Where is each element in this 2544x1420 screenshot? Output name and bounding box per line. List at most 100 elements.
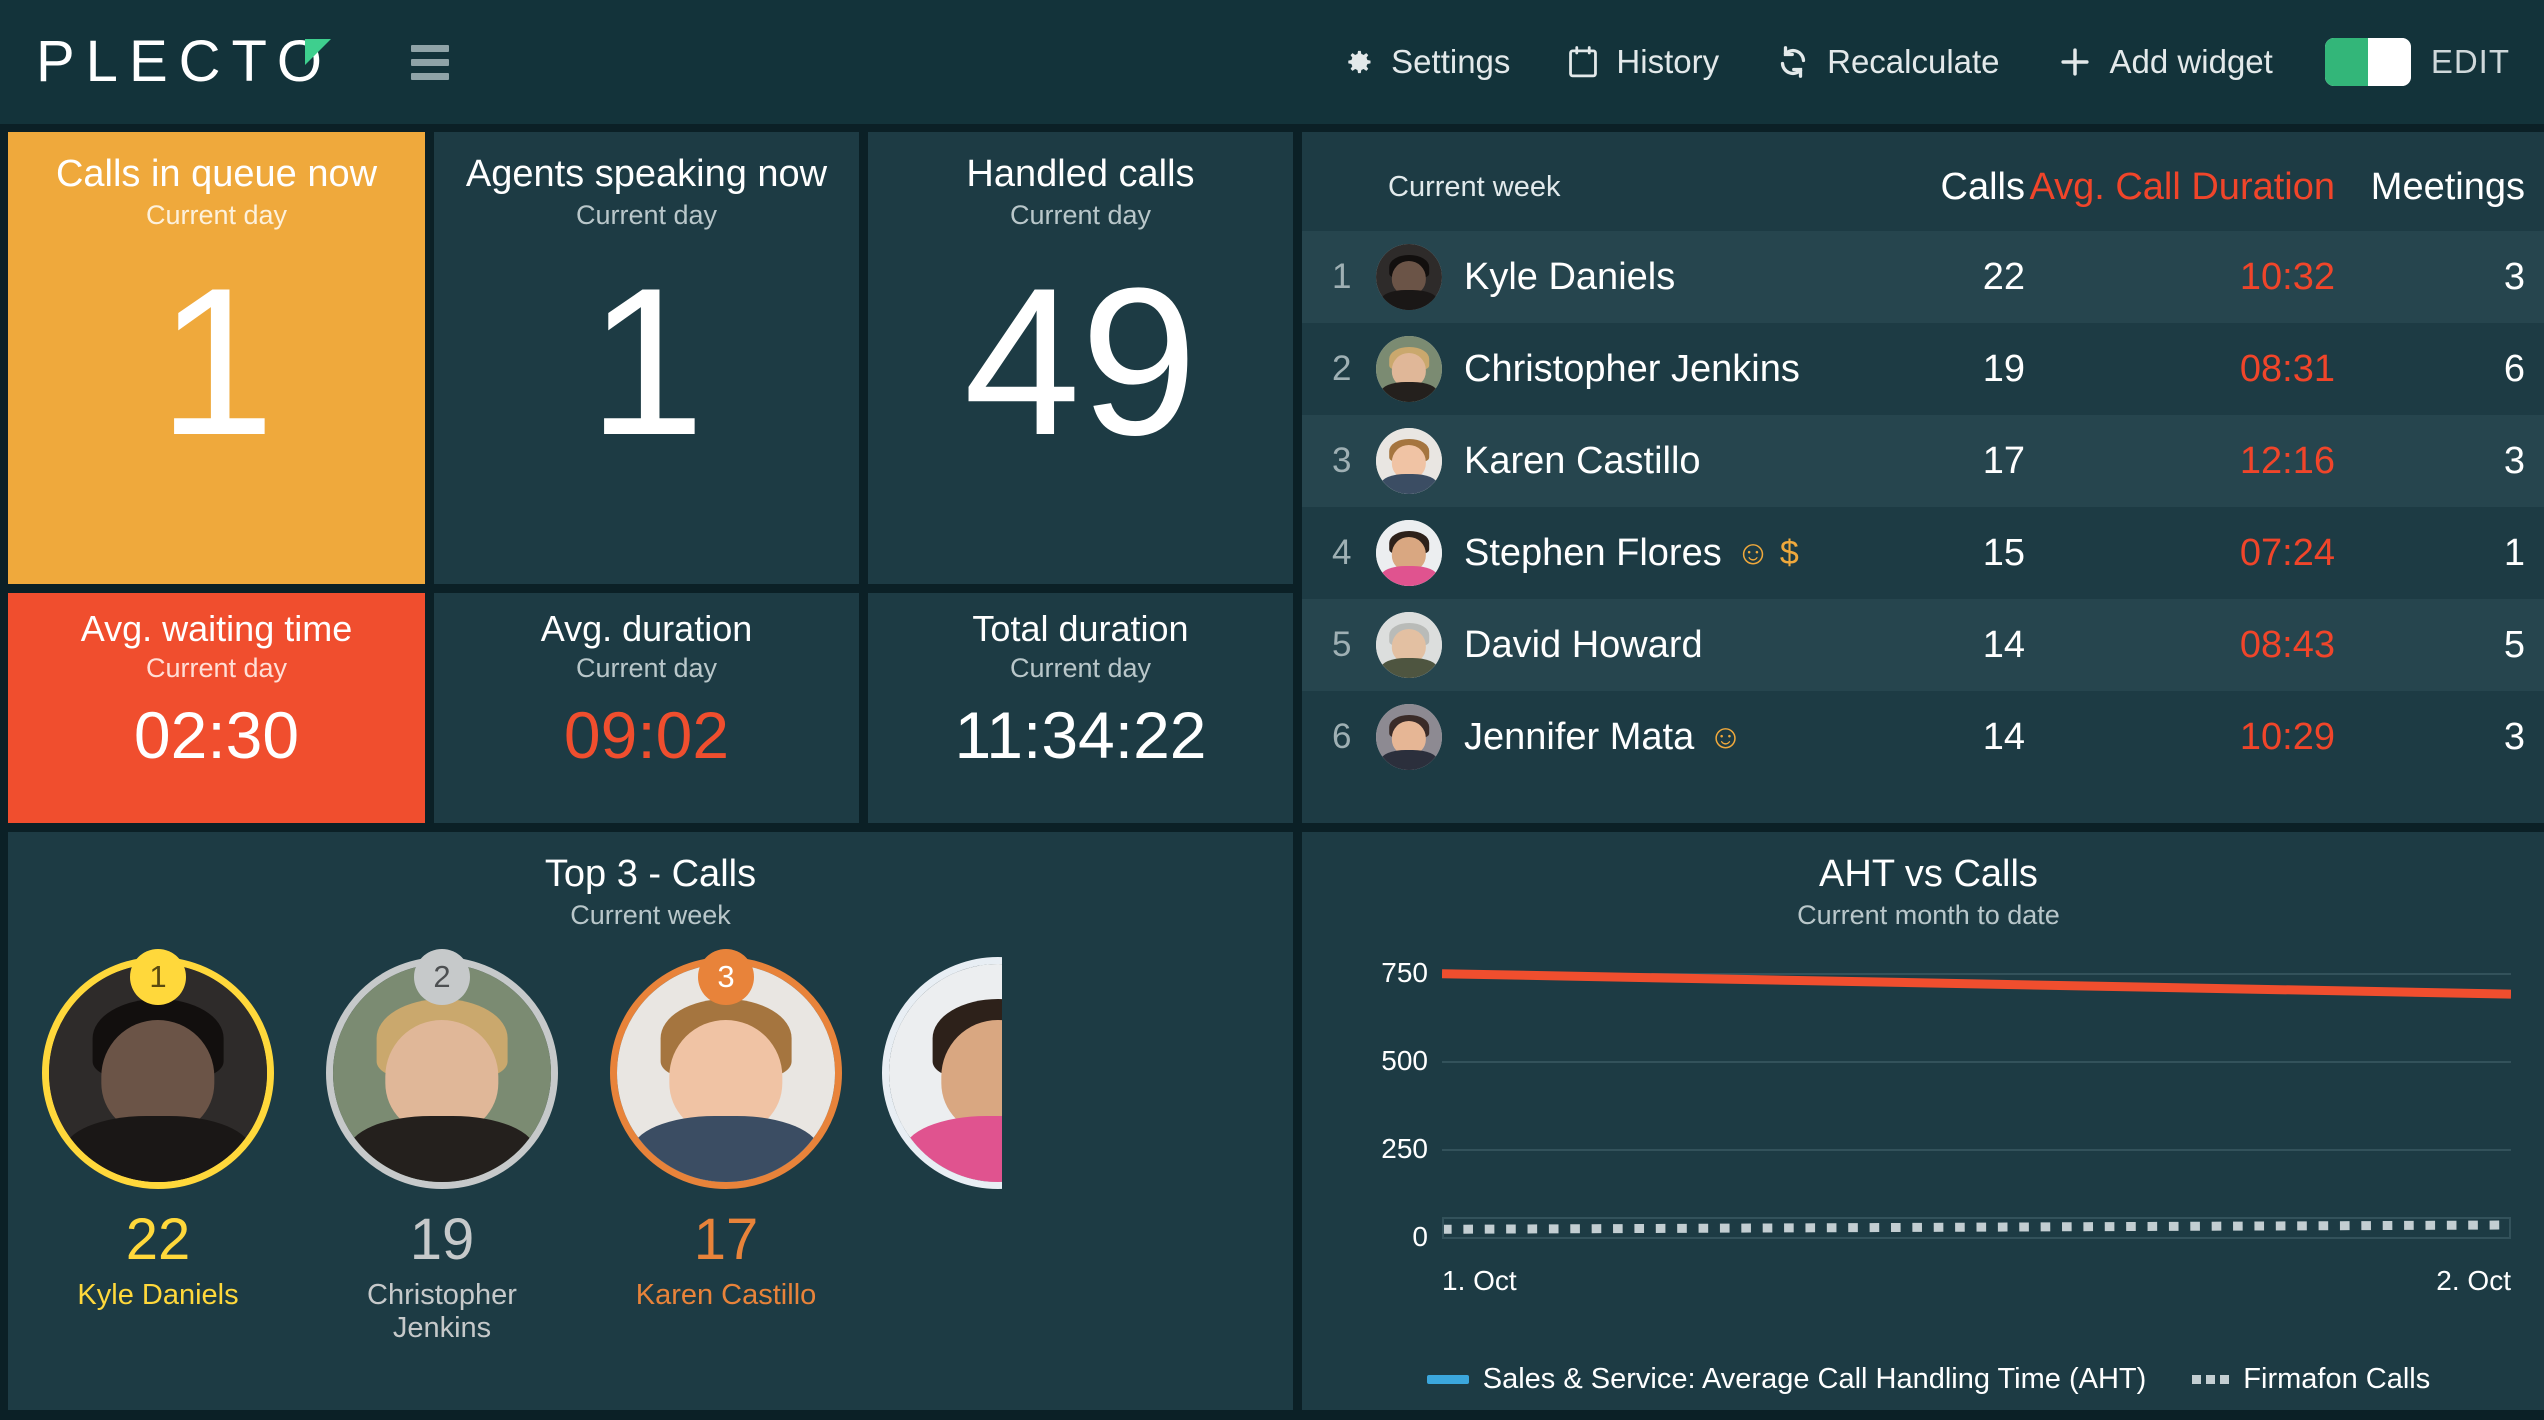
top3-podium: 1 22 Kyle Daniels 2 19 Christopher Jenki… bbox=[8, 931, 1293, 1345]
toolbar-actions: Settings History Recalculate Add widget … bbox=[1311, 38, 2510, 86]
edit-mode-control[interactable]: EDIT bbox=[2324, 38, 2510, 86]
table-row[interactable]: 6 Jennifer Mata ☺ 14 10:29 3 bbox=[1302, 691, 2544, 783]
widget-handled-calls[interactable]: Handled calls Current day 49 bbox=[868, 132, 1293, 584]
rank-badge: 1 bbox=[130, 948, 186, 1005]
edit-mode-toggle[interactable] bbox=[2324, 38, 2411, 86]
table-row[interactable]: 1 Kyle Daniels 22 10:32 3 bbox=[1302, 231, 2544, 323]
y-tick-label: 500 bbox=[1381, 1044, 1428, 1076]
list-item[interactable]: 3 17 Karen Castillo bbox=[598, 948, 854, 1312]
widget-value: 11:34:22 bbox=[954, 697, 1207, 772]
period-label: Current week bbox=[1388, 171, 1561, 203]
settings-label: Settings bbox=[1391, 43, 1511, 80]
chart-axis-frame bbox=[1442, 1216, 2511, 1239]
list-item[interactable]: 1 22 Kyle Daniels bbox=[30, 948, 286, 1312]
row-meetings: 3 bbox=[2503, 715, 2525, 758]
avatar bbox=[882, 956, 1002, 1189]
history-label: History bbox=[1616, 43, 1720, 80]
add-widget-label: Add widget bbox=[2109, 43, 2273, 80]
widget-title: Calls in queue now bbox=[55, 153, 378, 195]
refresh-icon bbox=[1775, 44, 1811, 80]
leaderboard-header: Current week Calls Avg. Call Duration Me… bbox=[1302, 132, 2544, 231]
widget-avg-waiting-time[interactable]: Avg. waiting time Current day 02:30 bbox=[8, 593, 425, 823]
widget-subtitle: Current day bbox=[145, 652, 288, 683]
widget-subtitle: Current day bbox=[145, 199, 288, 230]
legend-item-aht[interactable]: Sales & Service: Average Call Handling T… bbox=[1426, 1363, 2146, 1396]
row-meetings: 1 bbox=[2503, 531, 2525, 574]
legend-swatch-solid-icon bbox=[1426, 1375, 1469, 1384]
row-name: Jennifer Mata bbox=[1464, 715, 1695, 758]
recalculate-label: Recalculate bbox=[1827, 43, 2000, 80]
chart-title: AHT vs Calls bbox=[1819, 853, 2038, 895]
row-name-cell: David Howard bbox=[1464, 624, 1875, 667]
row-rank: 6 bbox=[1332, 717, 1352, 756]
row-calls: 17 bbox=[1982, 439, 2025, 482]
avatar bbox=[1376, 520, 1442, 586]
row-name-cell: Kyle Daniels bbox=[1464, 256, 1875, 299]
widget-top3-calls[interactable]: Top 3 - Calls Current week 1 22 Kyle Dan… bbox=[8, 832, 1293, 1410]
row-meetings: 3 bbox=[2503, 439, 2525, 482]
row-calls: 22 bbox=[1982, 255, 2025, 298]
member-name: Kyle Daniels bbox=[77, 1278, 239, 1311]
settings-button[interactable]: Settings bbox=[1311, 43, 1538, 81]
row-name-cell: Karen Castillo bbox=[1464, 440, 1875, 483]
top-toolbar: PLECTO Settings History Recalculate Add … bbox=[0, 0, 2544, 124]
row-rank: 1 bbox=[1332, 257, 1352, 296]
row-rank: 3 bbox=[1332, 441, 1352, 480]
widget-title: Top 3 - Calls bbox=[544, 853, 757, 895]
x-tick-label: 1. Oct bbox=[1442, 1264, 1517, 1296]
row-meetings: 5 bbox=[2503, 623, 2525, 666]
row-rank: 4 bbox=[1332, 533, 1352, 572]
widget-aht-vs-calls-chart[interactable]: AHT vs Calls Current month to date 750 5… bbox=[1302, 832, 2544, 1410]
toggle-track-on bbox=[2324, 38, 2368, 86]
widget-subtitle: Current day bbox=[575, 652, 718, 683]
plecto-logo[interactable]: PLECTO bbox=[36, 33, 333, 91]
list-item[interactable]: 2 19 Christopher Jenkins bbox=[314, 948, 570, 1345]
widget-subtitle: Current day bbox=[1009, 199, 1152, 230]
value: 17 bbox=[693, 1206, 759, 1272]
row-duration: 12:16 bbox=[2239, 439, 2335, 482]
recalculate-button[interactable]: Recalculate bbox=[1747, 43, 2027, 81]
x-tick-label: 2. Oct bbox=[2436, 1264, 2511, 1296]
duration-header: Avg. Call Duration bbox=[2029, 166, 2335, 208]
widget-subtitle: Current day bbox=[1009, 652, 1152, 683]
widget-calls-in-queue-now[interactable]: Calls in queue now Current day 1 bbox=[8, 132, 425, 584]
rank-badge: 2 bbox=[414, 948, 470, 1005]
widget-leaderboard[interactable]: Current week Calls Avg. Call Duration Me… bbox=[1302, 132, 2544, 823]
meetings-header: Meetings bbox=[2370, 166, 2525, 208]
row-duration: 08:31 bbox=[2239, 347, 2335, 390]
x-axis-labels: 1. Oct 2. Oct bbox=[1442, 1265, 2511, 1297]
widget-title: Avg. duration bbox=[540, 608, 753, 649]
add-widget-button[interactable]: Add widget bbox=[2028, 43, 2301, 81]
logo-accent-icon bbox=[305, 39, 332, 65]
row-meetings: 3 bbox=[2503, 255, 2525, 298]
widget-total-duration[interactable]: Total duration Current day 11:34:22 bbox=[868, 593, 1293, 823]
row-name-cell: Christopher Jenkins bbox=[1464, 348, 1875, 391]
row-duration: 08:43 bbox=[2239, 623, 2335, 666]
calls-header: Calls bbox=[1940, 166, 2025, 208]
widget-title: Handled calls bbox=[966, 153, 1195, 195]
rank-badge: 3 bbox=[698, 948, 754, 1005]
row-duration: 10:32 bbox=[2239, 255, 2335, 298]
widget-agents-speaking-now[interactable]: Agents speaking now Current day 1 bbox=[434, 132, 859, 584]
table-row[interactable]: 3 Karen Castillo 17 12:16 3 bbox=[1302, 415, 2544, 507]
avatar bbox=[1376, 336, 1442, 402]
row-badges: ☺ bbox=[1708, 717, 1743, 756]
row-calls: 15 bbox=[1982, 531, 2025, 574]
table-row[interactable]: 5 David Howard 14 08:43 5 bbox=[1302, 599, 2544, 691]
widget-avg-duration[interactable]: Avg. duration Current day 09:02 bbox=[434, 593, 859, 823]
edit-label: EDIT bbox=[2430, 43, 2510, 80]
menu-hamburger-icon[interactable] bbox=[411, 44, 450, 80]
row-rank: 5 bbox=[1332, 625, 1352, 664]
widget-value: 09:02 bbox=[563, 697, 730, 772]
avatar bbox=[1376, 612, 1442, 678]
history-button[interactable]: History bbox=[1538, 43, 1747, 81]
row-calls: 14 bbox=[1982, 623, 2025, 666]
widget-subtitle: Current week bbox=[570, 899, 731, 930]
legend-item-firmafon-calls[interactable]: Firmafon Calls bbox=[2192, 1363, 2430, 1396]
aht-series-line bbox=[1442, 968, 2511, 999]
table-row[interactable]: 4 Stephen Flores ☺ $ 15 07:24 1 bbox=[1302, 507, 2544, 599]
table-row[interactable]: 2 Christopher Jenkins 19 08:31 6 bbox=[1302, 323, 2544, 415]
legend-swatch-dotted-icon bbox=[2192, 1375, 2230, 1384]
row-calls: 14 bbox=[1982, 715, 2025, 758]
avatar bbox=[1376, 428, 1442, 494]
